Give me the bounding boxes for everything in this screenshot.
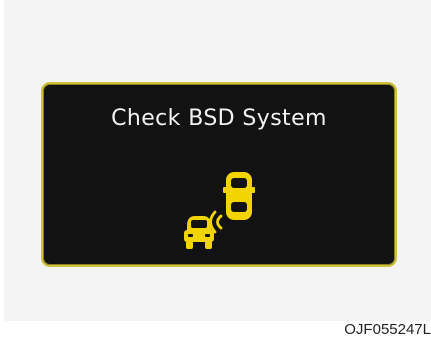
blind-spot-vehicle-icon: [184, 216, 214, 249]
host-vehicle-icon: [223, 172, 255, 220]
bsd-warning-icon: [184, 172, 255, 249]
cluster-display-screen: Check BSD System: [41, 82, 397, 267]
warning-message: Check BSD System: [111, 106, 327, 131]
radar-wave-icon: [209, 210, 223, 234]
figure-caption: OJF055247L: [344, 321, 431, 338]
